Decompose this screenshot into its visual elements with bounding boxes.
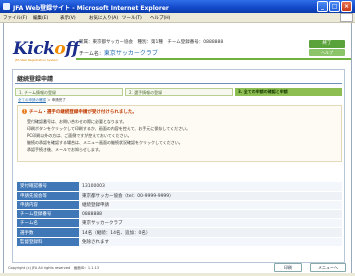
breadcrumb-link[interactable]: 全ての申請の確認 (18, 98, 46, 102)
table-row: 申請先協会等 東京都サッカー協会（tel：00-9999-9999） (17, 191, 342, 201)
kickoff-logo: Kickoff (13, 39, 79, 59)
print-button[interactable]: 印刷 (274, 263, 302, 272)
header-divider (76, 58, 351, 60)
header-team: チーム名：東京サッカークラブ (79, 50, 158, 57)
menu-help[interactable]: ヘルプ(H) (150, 15, 170, 21)
window-title: JFA Web登録サイト - Microsoft Internet Explor… (13, 5, 169, 12)
table-row: 監督登録料 免除されます (17, 237, 342, 247)
content-panel: 継続登録申請 1. チーム情報の登録 2. 選手情報の登録 3. 全ての申請の確… (12, 69, 345, 263)
notice-line: 受付確認番号は、お問い合わせの際に必要となります。 (27, 119, 127, 124)
menu-file[interactable]: ファイル(F) (3, 15, 27, 21)
notice-line: 印刷ボタンをクリックして印刷するか、画面の内容を控えて、お手元に保存してください… (27, 126, 191, 131)
logo-subtitle: JFA Web Registration System (15, 58, 59, 62)
title-divider (15, 83, 342, 84)
table-row: 選手数 14名（継続：14名、追加：0名） (17, 227, 342, 238)
notice-line: 承認手続き後、メールでお知らせします。 (27, 147, 103, 152)
menu-bar: ファイル(F) 編集(E) 表示(V) お気に入り(A) ツール(T) ヘルプ(… (0, 13, 355, 23)
notice-box: ! チーム・選手の継続登録申請が受け付けられました。 受付確認番号は、お問い合わせ… (17, 105, 342, 162)
windows-logo-icon (340, 13, 353, 22)
table-row: チーム登録番号 0888888 (17, 209, 342, 220)
header-info: 所属：東京都サッカー協会 種別：第1種 チーム登録番号：0888888 (79, 40, 224, 45)
page-title: 継続登録申請 (17, 76, 54, 83)
menu-view[interactable]: 表示(V) (60, 15, 76, 21)
browser-viewport: Kickoff JFA Web Registration System 所属：東… (3, 23, 352, 273)
notice-heading: ! チーム・選手の継続登録申請が受け付けられました。 (22, 109, 137, 115)
minimize-icon[interactable]: _ (317, 1, 328, 12)
site-header: Kickoff JFA Web Registration System 所属：東… (6, 25, 351, 65)
maximize-icon[interactable]: □ (329, 1, 340, 12)
step-1: 1. チーム情報の登録 (15, 88, 123, 96)
table-row: チーム名 東京サッカークラブ (17, 218, 342, 229)
menu-tools[interactable]: ツール(T) (122, 15, 142, 21)
table-row: 申請内容 継続登録申請 (17, 200, 342, 211)
notice-line: PC印刷以外の方は、ご面倒ですが控えておいてください。 (27, 133, 132, 138)
table-row: 受付確認番号 13100003 (17, 182, 342, 192)
menu-edit[interactable]: 編集(E) (33, 15, 48, 21)
page-footer: Copyright (c) JFA All rights reserved 画面… (6, 263, 349, 273)
window-titlebar: JFA Web登録サイト - Microsoft Internet Explor… (0, 0, 355, 13)
notice-line: 継続の承認を確認する場合は、メニュー画面の継続状況確認をクリックしてください。 (27, 140, 183, 145)
receipt-table: 受付確認番号 13100003 申請先協会等 東京都サッカー協会（tel：00-99… (17, 182, 342, 247)
menu-button[interactable]: メニューへ (310, 263, 346, 272)
step-2: 2. 選手情報の登録 (125, 88, 233, 96)
warning-icon: ! (22, 109, 27, 114)
breadcrumb-current: 申請完了 (51, 98, 66, 102)
ie-icon (3, 3, 10, 10)
copyright: Copyright (c) JFA All rights reserved 画面… (8, 266, 100, 270)
step-indicator: 1. チーム情報の登録 2. 選手情報の登録 3. 全ての申請の確認と申請 (15, 88, 342, 96)
step-3-current: 3. 全ての申請の確認と申請 (235, 88, 342, 96)
close-icon[interactable]: × (341, 1, 352, 12)
help-button[interactable]: ヘルプ (309, 49, 345, 56)
menu-favorites[interactable]: お気に入り(A) (89, 15, 118, 21)
breadcrumb: 全ての申請の確認 ＞ 申請完了 (18, 98, 66, 102)
end-button[interactable]: 終了 (309, 40, 345, 48)
